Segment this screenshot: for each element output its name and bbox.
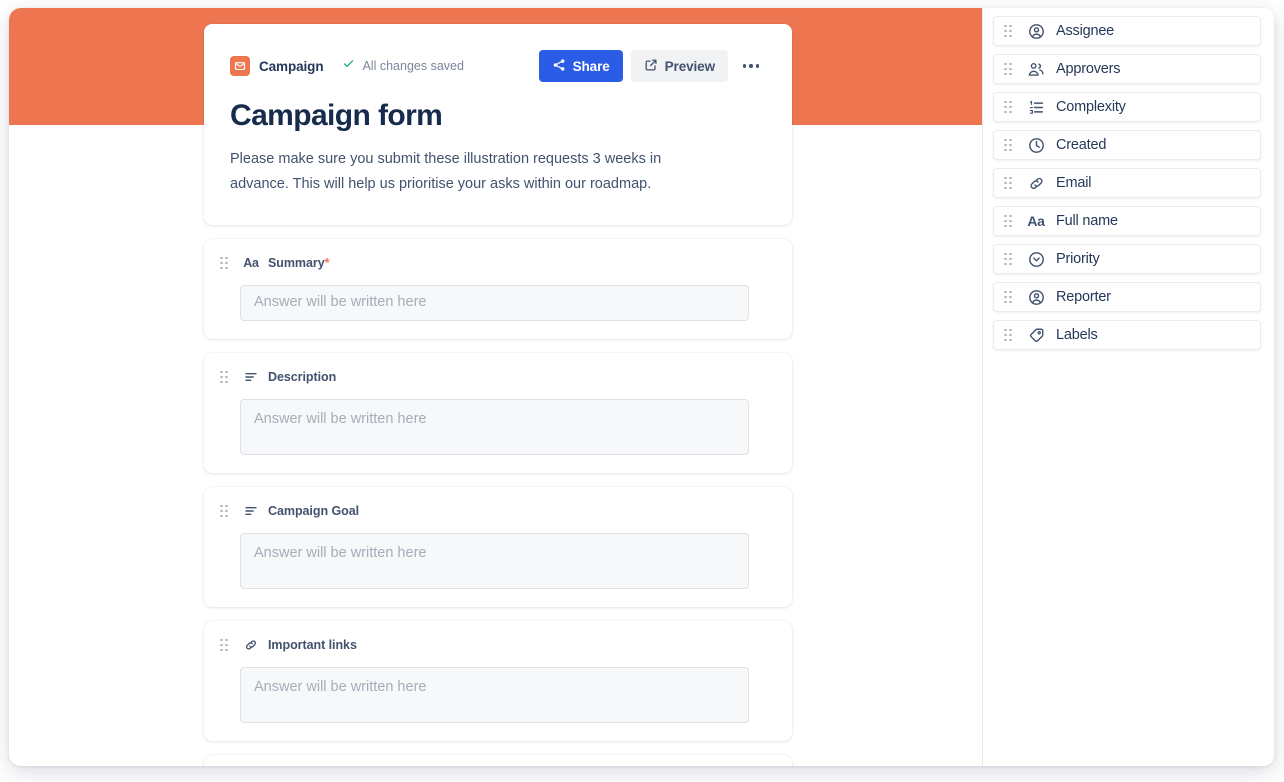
palette-item-approvers[interactable]: Approvers xyxy=(993,54,1261,84)
form-column: Campaign All changes saved Share Preview… xyxy=(204,24,792,766)
text-field-icon: Aa xyxy=(243,256,259,270)
palette-item-complexity[interactable]: Complexity xyxy=(993,92,1261,122)
summary-answer-input[interactable]: Answer will be written here xyxy=(240,285,749,321)
share-nodes-icon xyxy=(552,58,566,75)
check-icon xyxy=(342,57,355,75)
users-icon xyxy=(1026,61,1046,78)
save-status-label: All changes saved xyxy=(362,59,464,73)
tag-icon xyxy=(1026,327,1046,344)
palette-item-label: Email xyxy=(1056,175,1092,191)
drag-handle-icon[interactable] xyxy=(220,638,230,652)
palette-item-assignee[interactable]: Assignee xyxy=(993,16,1261,46)
link-icon xyxy=(1026,175,1046,192)
palette-item-label: Labels xyxy=(1056,327,1098,343)
drag-handle-icon[interactable] xyxy=(1004,62,1014,76)
user-circle-icon xyxy=(1026,289,1046,306)
drag-handle-icon[interactable] xyxy=(1004,138,1014,152)
form-header-card: Campaign All changes saved Share Preview… xyxy=(204,24,792,225)
palette-item-full-name[interactable]: Aa Full name xyxy=(993,206,1261,236)
field-header: Aa Summary* xyxy=(220,252,776,274)
palette-item-created[interactable]: Created xyxy=(993,130,1261,160)
form-field-summary[interactable]: Aa Summary* Answer will be written here xyxy=(204,239,792,339)
drag-handle-icon[interactable] xyxy=(1004,328,1014,342)
app-window: Campaign All changes saved Share Preview… xyxy=(9,8,1275,766)
save-status: All changes saved xyxy=(342,57,464,75)
form-field-description[interactable]: Description Answer will be written here xyxy=(204,353,792,473)
drag-handle-icon[interactable] xyxy=(1004,252,1014,266)
field-header: Description xyxy=(220,366,776,388)
form-field-campaign-goal[interactable]: Campaign Goal Answer will be written her… xyxy=(204,487,792,607)
preview-button[interactable]: Preview xyxy=(630,50,728,82)
form-field-attachments[interactable]: Attachments Attachments will be uploaded… xyxy=(204,755,792,766)
field-label: Campaign Goal xyxy=(268,504,360,518)
form-header-actions: Share Preview xyxy=(538,50,766,82)
palette-item-priority[interactable]: Priority xyxy=(993,244,1261,274)
form-kind-label: Campaign xyxy=(259,58,324,74)
drag-handle-icon[interactable] xyxy=(1004,24,1014,38)
description-answer-input[interactable]: Answer will be written here xyxy=(240,399,749,455)
drag-handle-icon[interactable] xyxy=(220,504,230,518)
palette-item-reporter[interactable]: Reporter xyxy=(993,282,1261,312)
field-header: Campaign Goal xyxy=(220,500,776,522)
drag-handle-icon[interactable] xyxy=(220,256,230,270)
form-description: Please make sure you submit these illust… xyxy=(230,151,662,192)
palette-item-labels[interactable]: Labels xyxy=(993,320,1261,350)
campaign-goal-answer-input[interactable]: Answer will be written here xyxy=(240,533,749,589)
palette-item-label: Reporter xyxy=(1056,289,1111,305)
drag-handle-icon[interactable] xyxy=(1004,214,1014,228)
palette-item-label: Full name xyxy=(1056,213,1118,229)
page-title: Campaign form xyxy=(230,99,443,132)
field-label: Important links xyxy=(268,638,357,652)
form-header-toolbar: Campaign All changes saved Share Preview xyxy=(230,50,766,82)
drag-handle-icon[interactable] xyxy=(220,370,230,384)
external-link-icon xyxy=(644,58,658,75)
palette-item-label: Complexity xyxy=(1056,99,1126,115)
panel-scrollbar[interactable] xyxy=(1273,8,1275,766)
text-field-icon: Aa xyxy=(1027,213,1045,229)
required-star: * xyxy=(324,256,330,270)
preview-button-label: Preview xyxy=(664,58,715,74)
palette-item-label: Created xyxy=(1056,137,1107,153)
mail-icon xyxy=(230,56,250,76)
clock-icon xyxy=(1026,137,1046,154)
link-icon xyxy=(243,638,259,652)
share-button-label: Share xyxy=(572,58,610,74)
form-field-important-links[interactable]: Important links Answer will be written h… xyxy=(204,621,792,741)
important-links-answer-input[interactable]: Answer will be written here xyxy=(240,667,749,723)
drag-handle-icon[interactable] xyxy=(1004,290,1014,304)
numbered-list-icon xyxy=(1026,99,1046,116)
chevron-circle-down-icon xyxy=(1026,251,1046,268)
more-horizontal-icon[interactable] xyxy=(736,51,766,81)
drag-handle-icon[interactable] xyxy=(1004,176,1014,190)
palette-item-email[interactable]: Email xyxy=(993,168,1261,198)
palette-item-label: Priority xyxy=(1056,251,1100,267)
share-button[interactable]: Share xyxy=(538,50,623,82)
field-palette-panel: Assignee Approvers Complexity Created Em… xyxy=(982,8,1275,766)
drag-handle-icon[interactable] xyxy=(1004,100,1014,114)
palette-item-label: Approvers xyxy=(1056,61,1121,77)
field-label: Description xyxy=(268,370,337,384)
paragraph-icon xyxy=(243,504,259,518)
palette-item-label: Assignee xyxy=(1056,23,1115,39)
user-circle-icon xyxy=(1026,23,1046,40)
paragraph-icon xyxy=(243,370,259,384)
form-canvas: Campaign All changes saved Share Preview… xyxy=(9,8,982,766)
field-header: Important links xyxy=(220,634,776,656)
field-label: Summary* xyxy=(268,256,330,270)
